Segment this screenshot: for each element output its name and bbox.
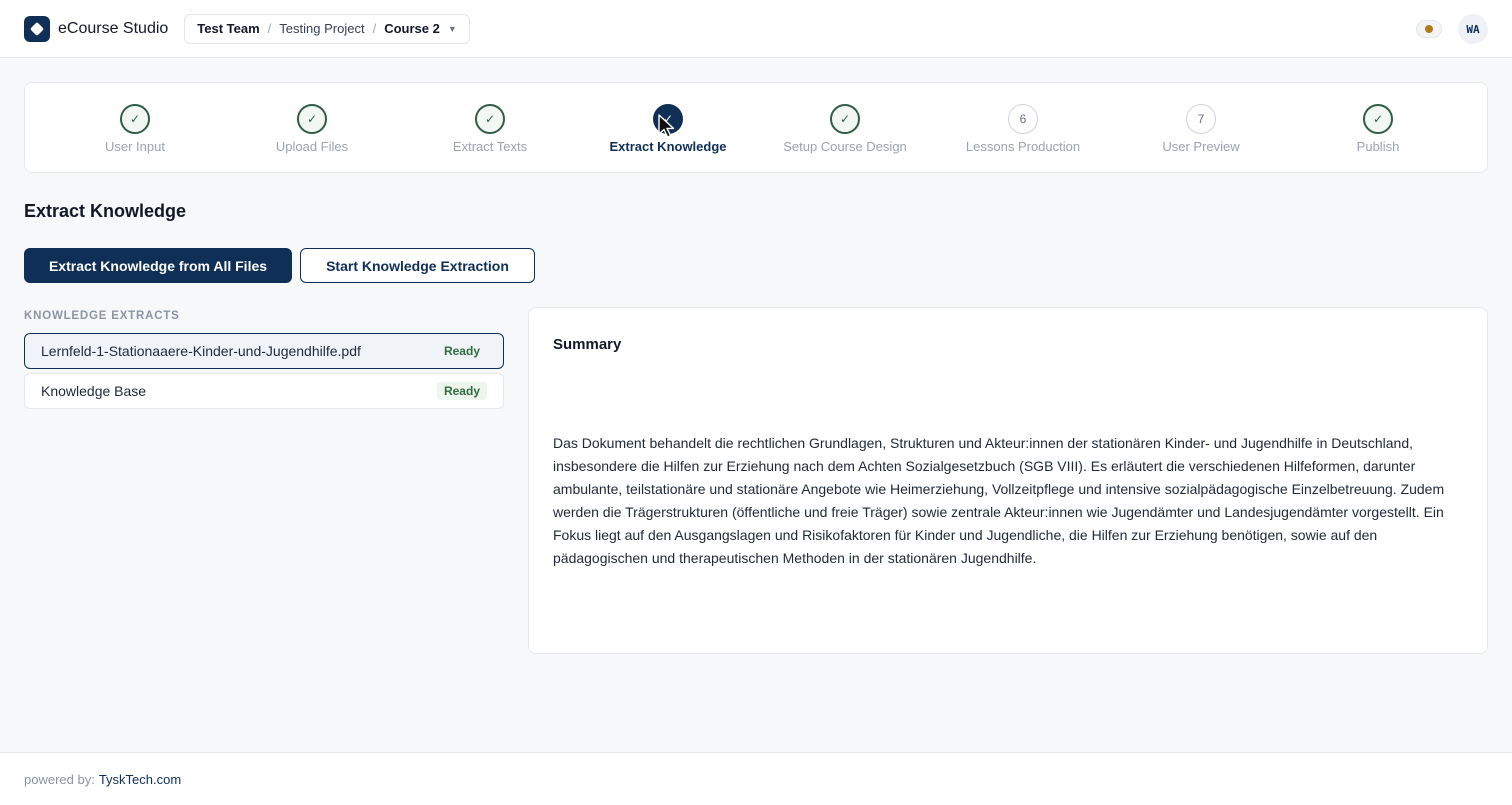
brand[interactable]: eCourse Studio <box>24 15 169 42</box>
step-setup-course-design[interactable]: ✓ Setup Course Design <box>760 104 930 154</box>
step-label: Extract Knowledge <box>609 139 727 154</box>
footer-prefix: powered by: <box>24 771 95 787</box>
step-label: Upload Files <box>275 139 349 154</box>
extract-name: Lernfeld-1-Stationaaere-Kinder-und-Jugen… <box>41 343 361 359</box>
step-upload-files[interactable]: ✓ Upload Files <box>227 104 397 154</box>
step-number: 6 <box>1008 104 1038 134</box>
breadcrumb-separator: / <box>267 21 272 36</box>
step-extract-texts[interactable]: ✓ Extract Texts <box>405 104 575 154</box>
top-bar: eCourse Studio Test Team / Testing Proje… <box>0 0 1512 58</box>
step-label: Extract Texts <box>452 139 528 154</box>
page-title: Extract Knowledge <box>24 201 187 221</box>
check-icon: ✓ <box>120 104 150 134</box>
extract-item-pdf[interactable]: Lernfeld-1-Stationaaere-Kinder-und-Jugen… <box>24 333 504 369</box>
status-badge: Ready <box>436 382 487 400</box>
step-label: Lessons Production <box>965 139 1081 154</box>
step-number: 7 <box>1186 104 1216 134</box>
check-icon: ✓ <box>475 104 505 134</box>
step-user-input[interactable]: ✓ User Input <box>50 104 220 154</box>
breadcrumb[interactable]: Test Team / Testing Project / Course 2 ▼ <box>184 13 470 44</box>
status-badge: Ready <box>443 344 480 358</box>
footer: powered by: TyskTech.com <box>0 752 1512 805</box>
step-publish[interactable]: ✓ Publish <box>1293 104 1463 154</box>
diamond-logo-icon <box>24 15 50 42</box>
avatar[interactable]: WA <box>1458 14 1488 44</box>
step-label: Setup Course Design <box>783 139 907 154</box>
summary-title: Summary <box>553 336 622 353</box>
step-label: User Preview <box>1162 139 1240 154</box>
breadcrumb-course[interactable]: Course 2 <box>384 21 440 36</box>
chevron-down-icon[interactable]: ▼ <box>448 24 457 34</box>
status-indicator[interactable] <box>1416 20 1442 38</box>
step-lessons-production[interactable]: 6 Lessons Production <box>938 104 1108 154</box>
breadcrumb-separator: / <box>372 21 377 36</box>
app-name: eCourse Studio <box>58 19 169 37</box>
extract-item-knowledge-base[interactable]: Knowledge Base Ready <box>24 373 504 409</box>
check-icon: ✓ <box>830 104 860 134</box>
footer-link[interactable]: TyskTech.com <box>99 772 181 787</box>
check-icon: ✓ <box>1363 104 1393 134</box>
progress-stepper: ✓ User Input ✓ Upload Files ✓ Extract Te… <box>24 82 1488 173</box>
start-extraction-button[interactable]: Start Knowledge Extraction <box>300 248 535 283</box>
check-icon: ✓ <box>297 104 327 134</box>
breadcrumb-team[interactable]: Test Team <box>197 21 259 36</box>
step-label: Publish <box>1356 139 1400 154</box>
extract-all-files-button[interactable]: Extract Knowledge from All Files <box>24 248 292 283</box>
extract-name: Knowledge Base <box>41 383 147 399</box>
status-dot-icon <box>1425 25 1433 33</box>
extracts-heading: KNOWLEDGE EXTRACTS <box>24 310 180 322</box>
summary-panel: Summary Das Dokument behandelt die recht… <box>528 307 1488 654</box>
step-label: User Input <box>105 139 165 154</box>
breadcrumb-project[interactable]: Testing Project <box>279 21 364 36</box>
mouse-pointer-icon <box>658 114 675 138</box>
summary-text: Das Dokument behandelt die rechtlichen G… <box>553 435 1445 566</box>
step-user-preview[interactable]: 7 User Preview <box>1116 104 1286 154</box>
